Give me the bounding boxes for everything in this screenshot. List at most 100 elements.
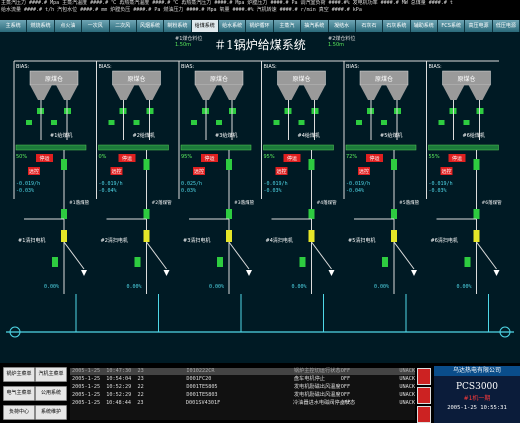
alarm-ack-button[interactable]	[417, 387, 431, 404]
alarm-cell: OFF	[340, 392, 351, 398]
tab-6[interactable]: 制粉系统	[164, 20, 192, 32]
alarm-cell: 盘车电机停止	[293, 376, 325, 382]
sweep-motor-icon[interactable]	[308, 230, 315, 242]
menu-button-3[interactable]: 公用系统	[35, 386, 67, 401]
alarm-cell: 10:52:29	[106, 392, 132, 398]
alarm-silence-button[interactable]	[417, 368, 431, 385]
speed-value: 72%	[346, 154, 357, 160]
tab-17[interactable]: 高压电源	[465, 20, 493, 32]
tab-10[interactable]: 主蒸汽	[273, 20, 302, 32]
feeder-name: #3给煤机	[215, 132, 237, 139]
diagonal-pipe	[63, 241, 85, 270]
feeder-conveyor[interactable]	[263, 144, 334, 151]
alarm-cell: OFF	[340, 400, 351, 406]
lower-valve-icon[interactable]	[464, 257, 471, 267]
tab-7[interactable]: 给煤系统	[191, 20, 219, 32]
sweep-motor-icon[interactable]	[226, 230, 232, 242]
drop-gate-icon[interactable]	[391, 159, 397, 170]
sweep-motor-icon[interactable]	[61, 230, 67, 242]
lower-valve-icon[interactable]	[299, 257, 306, 267]
alarm-row[interactable]: 2005-1-25 10:48:44 23 D001SV4301F 冷油器进水电磁阀停止…	[70, 399, 415, 407]
small-valve-icon[interactable]	[133, 120, 140, 125]
system-name: PCS3000	[455, 382, 498, 392]
tab-2[interactable]: 点火油	[54, 20, 83, 32]
sweep-motor-icon[interactable]	[391, 230, 397, 242]
small-valve-icon[interactable]	[463, 120, 470, 125]
tab-3[interactable]: 一次风	[82, 20, 110, 32]
drop-gate-icon[interactable]	[226, 159, 232, 170]
drop-valve-icon[interactable]	[226, 209, 232, 219]
bunker-hopper-right	[303, 85, 326, 100]
tab-15[interactable]: 辅助系统	[410, 20, 438, 32]
lower-valve-icon[interactable]	[52, 257, 58, 267]
tab-16[interactable]: FCS系统	[438, 20, 466, 32]
tab-8[interactable]: 给水系统	[219, 20, 247, 32]
bunker-hopper-left	[30, 85, 52, 100]
bias-label: BIAS:	[429, 64, 442, 70]
sweep-motor-icon[interactable]	[143, 230, 150, 242]
state-label: 停运	[122, 155, 132, 162]
tab-14[interactable]: 石灰系统	[383, 20, 411, 32]
drop-valve-icon[interactable]	[308, 209, 315, 219]
menu-button-4[interactable]: 负荷中心	[3, 405, 35, 420]
menu-button-0[interactable]: 锅炉主菜单	[3, 367, 35, 382]
menu-button-1[interactable]: 汽机主菜单	[35, 367, 67, 382]
drop-label: #2落煤管	[152, 199, 173, 206]
tab-11[interactable]: 抽汽系统	[301, 20, 329, 32]
remote-label: 远控	[276, 168, 286, 175]
bunker-label: 原煤仓	[457, 75, 475, 83]
alarm-cell: UNACK	[399, 400, 415, 406]
bunker-label: 原煤仓	[127, 75, 145, 83]
tab-18[interactable]: 低压电源	[492, 20, 520, 32]
tab-4[interactable]: 二次风	[109, 20, 137, 32]
feeder-conveyor[interactable]	[180, 144, 252, 151]
small-valve-icon[interactable]	[51, 120, 57, 125]
alarm-cell: 发电机励磁出风温度	[293, 392, 341, 398]
tab-0[interactable]: 主系统	[0, 20, 28, 32]
drop-gate-icon[interactable]	[61, 159, 67, 170]
drop-gate-icon[interactable]	[473, 159, 480, 170]
drop-valve-icon[interactable]	[473, 209, 480, 219]
drop-gate-icon[interactable]	[143, 159, 150, 170]
alarm-cell: UNACK	[399, 392, 415, 398]
rate-value: -0.019/h	[264, 181, 288, 187]
alarm-reset-button[interactable]	[417, 406, 431, 423]
alarm-row[interactable]: 2005-1-25 10:54:04 23 D001FC20 盘车电机停止 OFF UNAC…	[70, 375, 415, 383]
small-valve-icon[interactable]	[298, 120, 305, 125]
menu-button-2[interactable]: 电气主菜单	[3, 386, 35, 401]
lower-valve-icon[interactable]	[217, 257, 223, 267]
tab-9[interactable]: 锅炉循环	[246, 20, 274, 32]
tab-13[interactable]: 石灰石	[355, 20, 384, 32]
drop-valve-icon[interactable]	[143, 209, 150, 219]
flow-value: 0.00%	[209, 284, 224, 290]
small-valve-icon[interactable]	[273, 120, 280, 125]
small-valve-icon[interactable]	[191, 120, 197, 125]
alarm-row[interactable]: 2005-1-25 10:52:29 22 D001TE5803 发电机励磁出风温度 OF…	[70, 391, 415, 399]
feeder-conveyor[interactable]	[345, 144, 417, 151]
drop-valve-icon[interactable]	[61, 209, 67, 219]
lower-valve-icon[interactable]	[382, 257, 388, 267]
lower-valve-icon[interactable]	[134, 257, 141, 267]
sweep-motor-icon[interactable]	[473, 230, 480, 242]
drop-gate-icon[interactable]	[308, 159, 315, 170]
feeder-conveyor[interactable]	[428, 144, 499, 151]
alarm-cell: 10:52:29	[106, 384, 132, 390]
drop-valve-icon[interactable]	[391, 209, 397, 219]
small-valve-icon[interactable]	[108, 120, 115, 125]
tab-1[interactable]: 燃烧系统	[27, 20, 55, 32]
drop-label: #5落煤管	[399, 199, 420, 206]
small-valve-icon[interactable]	[216, 120, 222, 125]
feeder-conveyor[interactable]	[15, 144, 87, 151]
tab-5[interactable]: 风烟系统	[136, 20, 165, 32]
feeder-conveyor[interactable]	[98, 144, 169, 151]
small-valve-icon[interactable]	[381, 120, 387, 125]
small-valve-icon[interactable]	[438, 120, 445, 125]
alarm-row[interactable]: 2005-1-25 10:52:29 22 D001TE5805 发电机励磁出风温度 OF…	[70, 383, 415, 391]
tab-12[interactable]: 凝结水	[328, 20, 356, 32]
speed-value: 55%	[429, 154, 440, 160]
remote-label: 远控	[359, 168, 369, 175]
small-valve-icon[interactable]	[356, 120, 362, 125]
alarm-list[interactable]: 2005-1-25 10:47:30 23 I010222CR 锅炉主控切运行状态 OFF…	[70, 368, 415, 420]
menu-button-5[interactable]: 系统维护	[35, 405, 67, 420]
small-valve-icon[interactable]	[26, 120, 32, 125]
